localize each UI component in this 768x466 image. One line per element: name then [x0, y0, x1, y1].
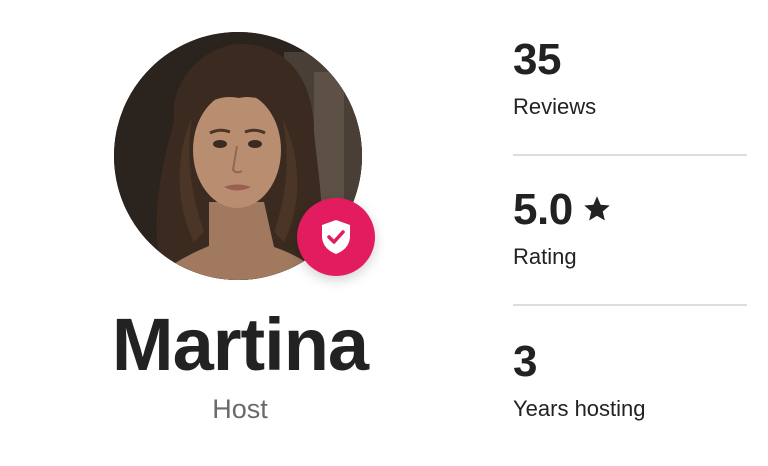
stat-reviews[interactable]: 35 Reviews: [513, 34, 747, 122]
reviews-label: Reviews: [513, 94, 597, 119]
stat-years-hosting: 3 Years hosting: [513, 336, 747, 424]
rating-label: Rating: [513, 244, 577, 269]
rating-value: 5.0: [513, 185, 573, 234]
star-icon: [581, 184, 613, 236]
stat-rating: 5.0 Rating: [513, 184, 747, 272]
host-stats: 35 Reviews 5.0 Rating 3 Years hosting: [513, 0, 747, 466]
host-role: Host: [212, 394, 268, 424]
host-identity: Martina Host: [80, 0, 400, 466]
verified-shield-check-icon: [322, 220, 350, 254]
years-hosting-count: 3: [513, 337, 537, 386]
host-profile-card: Martina Host 35 Reviews 5.0 Rating 3 Yea…: [0, 0, 768, 466]
stats-divider: [513, 304, 747, 306]
years-hosting-label: Years hosting: [513, 396, 646, 421]
host-name: Martina: [111, 303, 369, 386]
verified-badge: [297, 198, 375, 276]
stats-divider: [513, 154, 747, 156]
rating-value-row: 5.0: [513, 184, 747, 236]
reviews-count: 35: [513, 35, 561, 84]
avatar-container: [114, 32, 375, 280]
